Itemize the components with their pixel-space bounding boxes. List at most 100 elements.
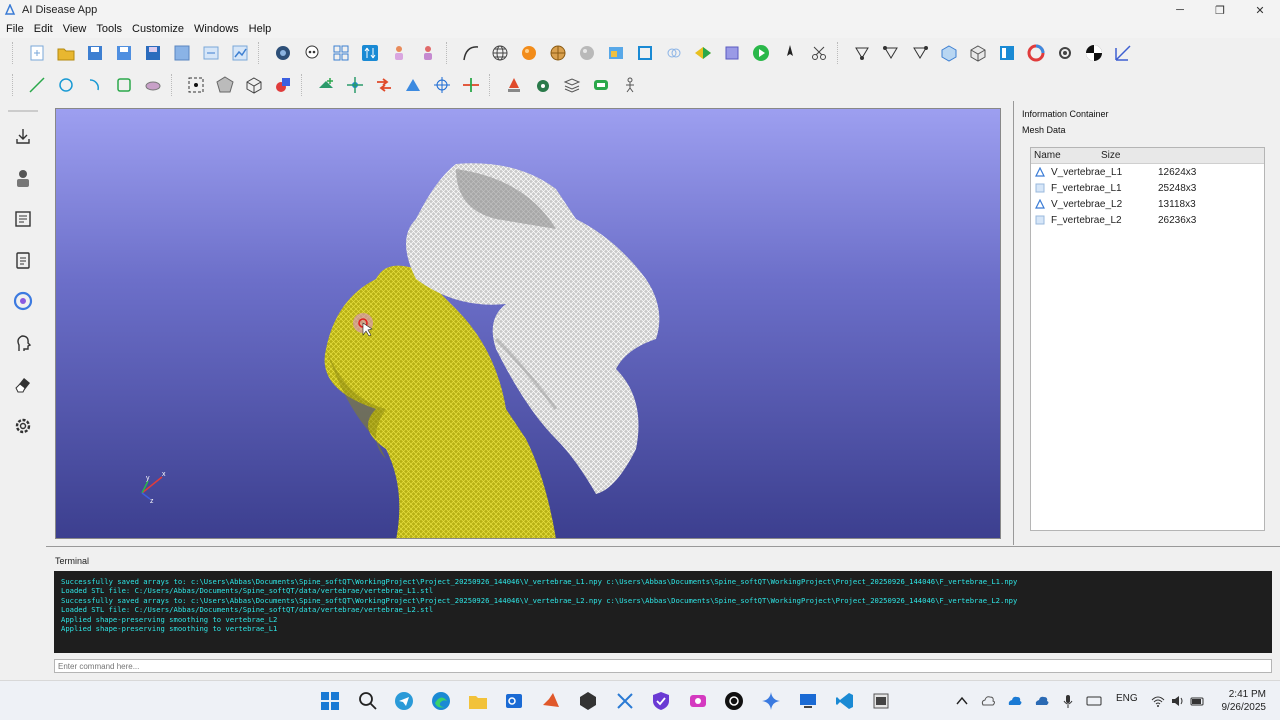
circle-tool-icon[interactable] — [55, 74, 77, 96]
arc-tool-icon[interactable] — [84, 74, 106, 96]
save-all-icon[interactable] — [142, 42, 164, 64]
person-icon[interactable] — [388, 42, 410, 64]
search-icon[interactable] — [356, 689, 380, 713]
measure-icon[interactable] — [402, 74, 424, 96]
transform-icon[interactable] — [344, 74, 366, 96]
onedrive-icon[interactable] — [1003, 689, 1027, 713]
split-view-icon[interactable] — [996, 42, 1018, 64]
gemini-icon[interactable] — [759, 689, 783, 713]
play-icon[interactable] — [750, 42, 772, 64]
crop-icon[interactable] — [634, 42, 656, 64]
menu-file[interactable]: File — [6, 23, 24, 35]
maximize-button[interactable]: ❐ — [1200, 0, 1240, 20]
move-arrows-icon[interactable] — [373, 74, 395, 96]
tray-chevron-icon[interactable] — [950, 689, 974, 713]
graph-axes-icon[interactable] — [1112, 42, 1134, 64]
landmark-icon[interactable] — [503, 74, 525, 96]
anatomy-icon[interactable] — [590, 74, 612, 96]
skull-icon[interactable] — [301, 42, 323, 64]
system-clock[interactable]: 2:41 PM 9/26/2025 — [1222, 688, 1267, 714]
vscode-icon[interactable] — [833, 689, 857, 713]
outlook-icon[interactable] — [502, 689, 526, 713]
settings-gear-icon[interactable] — [1054, 42, 1076, 64]
edge-select-icon[interactable] — [880, 42, 902, 64]
open-folder-icon[interactable] — [55, 42, 77, 64]
color-wheel-icon[interactable] — [1025, 42, 1047, 64]
patient-icon[interactable] — [417, 42, 439, 64]
clipboard-icon[interactable] — [11, 248, 35, 272]
menu-windows[interactable]: Windows — [194, 23, 239, 35]
menu-tools[interactable]: Tools — [96, 23, 122, 35]
skeleton-icon[interactable] — [619, 74, 641, 96]
menu-help[interactable]: Help — [249, 23, 272, 35]
bounding-box-icon[interactable] — [243, 74, 265, 96]
align-icon[interactable] — [460, 74, 482, 96]
matlab-icon[interactable] — [539, 689, 563, 713]
grid-layout-icon[interactable] — [330, 42, 352, 64]
wire-sphere-icon[interactable] — [547, 42, 569, 64]
pointer-icon[interactable] — [779, 42, 801, 64]
start-icon[interactable] — [318, 689, 342, 713]
settings-icon[interactable] — [11, 414, 35, 438]
point-select-icon[interactable] — [185, 74, 207, 96]
3d-viewport[interactable]: x y z — [55, 108, 1001, 539]
snipping-tool-icon[interactable] — [613, 689, 637, 713]
contrast-icon[interactable] — [1083, 42, 1105, 64]
column-name[interactable]: Name — [1031, 150, 1101, 161]
edge-browser-icon[interactable] — [429, 689, 453, 713]
chart-icon[interactable] — [229, 42, 251, 64]
language-indicator[interactable]: ENG — [1116, 693, 1138, 704]
scissors-icon[interactable] — [808, 42, 830, 64]
save-project-icon[interactable] — [171, 42, 193, 64]
mesh-sphere-icon[interactable] — [489, 42, 511, 64]
battery-icon[interactable] — [1186, 689, 1210, 713]
microphone-icon[interactable] — [1056, 689, 1080, 713]
close-button[interactable]: ✕ — [1240, 0, 1280, 20]
color-shapes-icon[interactable] — [272, 74, 294, 96]
telegram-icon[interactable] — [392, 689, 416, 713]
command-input[interactable] — [54, 659, 1272, 673]
segment-icon[interactable] — [532, 74, 554, 96]
table-row[interactable]: V_vertebrae_L1 12624x3 — [1031, 164, 1264, 180]
unity-icon[interactable] — [576, 689, 600, 713]
export-icon[interactable] — [200, 42, 222, 64]
box-view-icon[interactable] — [938, 42, 960, 64]
file-explorer-icon[interactable] — [466, 689, 490, 713]
cube-icon[interactable] — [967, 42, 989, 64]
remote-desktop-icon[interactable] — [796, 689, 820, 713]
table-row[interactable]: F_vertebrae_L2 26236x3 — [1031, 212, 1264, 228]
brush-tool-icon[interactable] — [142, 74, 164, 96]
polygon-select-icon[interactable] — [214, 74, 236, 96]
menu-customize[interactable]: Customize — [132, 23, 184, 35]
import-icon[interactable] — [11, 124, 35, 148]
menu-view[interactable]: View — [63, 23, 87, 35]
brain-scan-icon[interactable] — [272, 42, 294, 64]
keyboard-icon[interactable] — [1082, 689, 1106, 713]
mesh-data-table[interactable]: Name Size V_vertebrae_L1 12624x3 F_verte… — [1030, 147, 1265, 531]
report-icon[interactable] — [11, 207, 35, 231]
ai-assistant-icon[interactable] — [11, 289, 35, 313]
layers-icon[interactable] — [561, 74, 583, 96]
menu-edit[interactable]: Edit — [34, 23, 53, 35]
active-app-icon[interactable] — [869, 689, 893, 713]
curve-icon[interactable] — [460, 42, 482, 64]
surface-icon[interactable] — [692, 42, 714, 64]
doctor-icon[interactable] — [11, 166, 35, 190]
face-select-icon[interactable] — [909, 42, 931, 64]
overlap-icon[interactable] — [663, 42, 685, 64]
minimize-button[interactable]: ─ — [1160, 0, 1200, 20]
crosshair-icon[interactable] — [431, 74, 453, 96]
vertebrae-render[interactable] — [56, 109, 1001, 539]
camera-app-icon[interactable] — [686, 689, 710, 713]
new-file-icon[interactable] — [26, 42, 48, 64]
terminal-output[interactable]: Successfully saved arrays to: c:\Users\A… — [54, 571, 1272, 653]
solid-sphere-icon[interactable] — [518, 42, 540, 64]
head-profile-icon[interactable] — [11, 331, 35, 355]
vpn-shield-icon[interactable] — [649, 689, 673, 713]
eraser-icon[interactable] — [11, 372, 35, 396]
volume-cube-icon[interactable] — [721, 42, 743, 64]
swap-axes-icon[interactable] — [359, 42, 381, 64]
cloud-icon[interactable] — [976, 689, 1000, 713]
save-as-icon[interactable] — [113, 42, 135, 64]
save-icon[interactable] — [84, 42, 106, 64]
